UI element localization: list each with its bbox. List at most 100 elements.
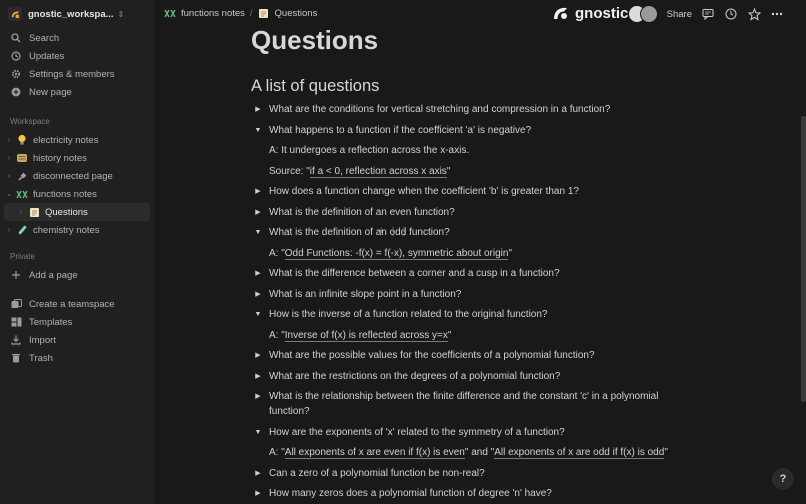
sidebar-item-settings[interactable]: Settings & members xyxy=(4,65,150,83)
toggle-closed-icon[interactable]: ▶ xyxy=(253,266,263,281)
sidebar-item-label: Add a page xyxy=(29,269,78,281)
sidebar-item-create-teamspace[interactable]: Create a teamspace xyxy=(4,295,150,313)
plus-circle-icon xyxy=(10,86,22,98)
source-link[interactable]: Odd Functions: -f(x) = f(-x), symmetric … xyxy=(284,247,509,260)
sidebar-item-functions-notes[interactable]: ⌄ functions notes xyxy=(4,185,150,203)
answer-suffix: " xyxy=(664,447,668,458)
source-link[interactable]: All exponents of x are even if f(x) is e… xyxy=(284,447,465,459)
toggle-item[interactable]: ▶ What are the possible values for the co… xyxy=(251,348,691,363)
toggle-item[interactable]: ▶ What is the relationship between the fi… xyxy=(251,389,691,419)
toggle-closed-icon[interactable]: ▶ xyxy=(253,486,263,501)
help-button[interactable]: ? xyxy=(772,468,794,490)
toggle-item[interactable]: ▼ What happens to a function if the coeff… xyxy=(251,123,691,138)
more-options-icon[interactable] xyxy=(770,7,784,21)
comment-icon[interactable] xyxy=(701,7,715,21)
sidebar: gnostic_workspa... ⇕ Search Updates Sett… xyxy=(0,0,154,504)
toggle-closed-icon[interactable]: ▶ xyxy=(253,369,263,384)
toggle-closed-icon[interactable]: ▶ xyxy=(253,389,263,404)
history-clock-icon[interactable] xyxy=(724,7,738,21)
toggle-closed-icon[interactable]: ▶ xyxy=(253,102,263,117)
app-window: gnostic_workspa... ⇕ Search Updates Sett… xyxy=(0,0,806,504)
question-text: What is the difference between a corner … xyxy=(269,268,560,279)
source-link[interactable]: if a < 0, reflection across x axis xyxy=(309,165,447,178)
sidebar-item-label: Create a teamspace xyxy=(29,298,115,310)
toggle-item[interactable]: ▼ How is the inverse of a function relate… xyxy=(251,307,691,322)
toggle-open-icon[interactable]: ▼ xyxy=(253,225,263,240)
question-text: What are the possible values for the coe… xyxy=(269,350,595,361)
toggle-item[interactable]: ▶ What is the difference between a corner… xyxy=(251,266,691,281)
scroll-icon xyxy=(16,152,28,164)
plus-icon xyxy=(10,269,22,281)
toggle-item[interactable]: ▼ How are the exponents of 'x' related to… xyxy=(251,425,691,440)
sidebar-item-updates[interactable]: Updates xyxy=(4,47,150,65)
page-title[interactable]: Questions xyxy=(251,25,378,56)
toggle-closed-icon[interactable]: ▶ xyxy=(253,205,263,220)
sidebar-item-label: Updates xyxy=(29,50,65,62)
workspace-switcher[interactable]: gnostic_workspa... ⇕ xyxy=(4,4,150,24)
sidebar-item-label: Questions xyxy=(45,206,88,218)
sidebar-item-import[interactable]: Import xyxy=(4,331,150,349)
sidebar-item-electricity-notes[interactable]: › electricity notes xyxy=(4,131,150,149)
toggle-item[interactable]: ▶ What is the definition of an even funct… xyxy=(251,205,691,220)
toggle-open-icon[interactable]: ▼ xyxy=(253,425,263,440)
chevron-right-icon[interactable]: › xyxy=(4,137,14,144)
toggle-closed-icon[interactable]: ▶ xyxy=(253,287,263,302)
source-link[interactable]: Inverse of f(x) is reflected across y=x xyxy=(284,329,448,342)
star-icon[interactable] xyxy=(747,7,761,21)
answer-prefix: A: " xyxy=(269,447,285,458)
sidebar-item-search[interactable]: Search xyxy=(4,29,150,47)
gnostic-logo-icon xyxy=(554,7,567,19)
function-icon xyxy=(164,7,176,19)
teamspace-icon xyxy=(10,298,22,310)
sidebar-item-history-notes[interactable]: › history notes xyxy=(4,149,150,167)
question-text: What is an infinite slope point in a fun… xyxy=(269,288,462,300)
sidebar-item-label: disconnected page xyxy=(33,170,113,182)
chevron-right-icon[interactable]: › xyxy=(16,209,26,216)
toggle-closed-icon[interactable]: ▶ xyxy=(253,466,263,481)
toggle-closed-icon[interactable]: ▶ xyxy=(253,184,263,199)
chevron-right-icon[interactable]: › xyxy=(4,173,14,180)
sidebar-item-trash[interactable]: Trash xyxy=(4,349,150,367)
chevron-down-icon[interactable]: ⌄ xyxy=(4,190,14,198)
toggle-item[interactable]: ▶ What are the conditions for vertical st… xyxy=(251,102,691,117)
sidebar-item-questions[interactable]: › Questions xyxy=(4,203,150,221)
answer-text: A: "Odd Functions: -f(x) = f(-x), symmet… xyxy=(269,246,512,261)
scrollbar[interactable] xyxy=(801,116,806,402)
breadcrumb-current[interactable]: Questions xyxy=(275,8,318,19)
question-text: What is the definition of an odd functio… xyxy=(269,227,450,238)
sidebar-item-chemistry-notes[interactable]: › chemistry notes xyxy=(4,221,150,239)
share-button[interactable]: Share xyxy=(667,9,692,20)
sidebar-item-label: functions notes xyxy=(33,188,97,200)
chevron-right-icon[interactable]: › xyxy=(4,155,14,162)
toggle-item[interactable]: ▼ What is the definition of an odd functi… xyxy=(251,225,691,240)
topbar-actions: Share xyxy=(627,5,784,23)
section-heading[interactable]: A list of questions xyxy=(251,77,379,96)
memo-icon xyxy=(28,206,40,218)
toggle-closed-icon[interactable]: ▶ xyxy=(253,348,263,363)
sidebar-item-disconnected-page[interactable]: › disconnected page xyxy=(4,167,150,185)
lightbulb-icon xyxy=(16,134,28,146)
templates-icon xyxy=(10,316,22,328)
toggle-open-icon[interactable]: ▼ xyxy=(253,307,263,322)
workspace-name: gnostic_workspa... xyxy=(28,8,114,20)
sidebar-item-new-page[interactable]: New page xyxy=(4,83,150,101)
toggle-open-icon[interactable]: ▼ xyxy=(253,123,263,138)
toggle-item[interactable]: ▶ How does a function change when the coe… xyxy=(251,184,691,199)
toggle-item[interactable]: ▶ What are the restrictions on the degree… xyxy=(251,369,691,384)
chevron-right-icon[interactable]: › xyxy=(4,227,14,234)
trash-icon xyxy=(10,352,22,364)
sidebar-item-templates[interactable]: Templates xyxy=(4,313,150,331)
collaborator-avatars[interactable] xyxy=(627,5,658,23)
toggle-item[interactable]: ▶ What is an infinite slope point in a fu… xyxy=(251,287,691,302)
sidebar-item-label: electricity notes xyxy=(33,134,99,146)
sidebar-item-label: Search xyxy=(29,32,60,44)
breadcrumb-parent[interactable]: functions notes xyxy=(181,8,245,19)
toggle-item[interactable]: ▶ Can a zero of a polynomial function be … xyxy=(251,466,691,481)
question-text: What are the conditions for vertical str… xyxy=(269,104,611,115)
toggle-item[interactable]: ▶ How many zeros does a polynomial functi… xyxy=(251,486,691,501)
answer-suffix: " xyxy=(447,329,452,341)
breadcrumb: functions notes / Questions xyxy=(164,7,317,19)
source-link[interactable]: All exponents of x are odd if f(x) is od… xyxy=(494,447,665,459)
add-page-button[interactable]: Add a page xyxy=(4,266,150,284)
question-text: Can a zero of a polynomial function be n… xyxy=(269,467,485,479)
